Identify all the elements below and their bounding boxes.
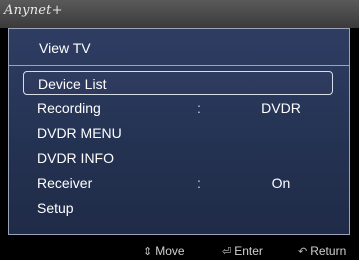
menu-item-device-list[interactable]: Device List [23,71,333,95]
menu-item-dvdr-menu[interactable]: DVDR MENU [23,121,333,145]
hint-move: ⇕ Move [143,244,185,258]
anynet-menu: View TV Device List Recording : DVDR DVD… [8,28,350,235]
menu-item-receiver[interactable]: Receiver : On [23,171,333,195]
menu-item-label: Recording [37,100,101,116]
menu-item-label: DVDR INFO [37,150,114,166]
anynet-logo: Anynet+ [4,3,63,18]
menu-item-recording[interactable]: Recording : DVDR [23,96,333,120]
up-down-arrows-icon: ⇕ [143,246,153,258]
menu-item-label: Receiver [37,175,93,191]
bottom-hint-bar: ⇕ Move ⏎ Enter ↶ Return [0,240,359,260]
menu-item-dvdr-info[interactable]: DVDR INFO [23,146,333,170]
menu-item-value: DVDR [261,100,301,116]
return-icon: ↶ [298,246,308,258]
menu-item-label: DVDR MENU [37,125,122,141]
menu-item-separator: : [197,175,201,191]
hint-enter: ⏎ Enter [222,244,263,258]
tv-screen: Anynet+ View TV Device List Recording : … [0,0,359,260]
menu-title: View TV [39,40,91,56]
menu-item-label: Device List [38,76,107,92]
menu-item-label: Setup [37,200,74,216]
hint-move-label: Move [155,244,185,258]
hint-return: ↶ Return [298,244,346,258]
menu-title-row[interactable]: View TV [9,29,349,66]
menu-item-value: On [271,175,291,191]
enter-icon: ⏎ [222,246,232,258]
menu-item-setup[interactable]: Setup [23,196,333,220]
hint-enter-label: Enter [234,244,263,258]
top-bar: Anynet+ [0,0,359,28]
hint-return-label: Return [310,244,347,258]
menu-item-separator: : [197,100,201,116]
